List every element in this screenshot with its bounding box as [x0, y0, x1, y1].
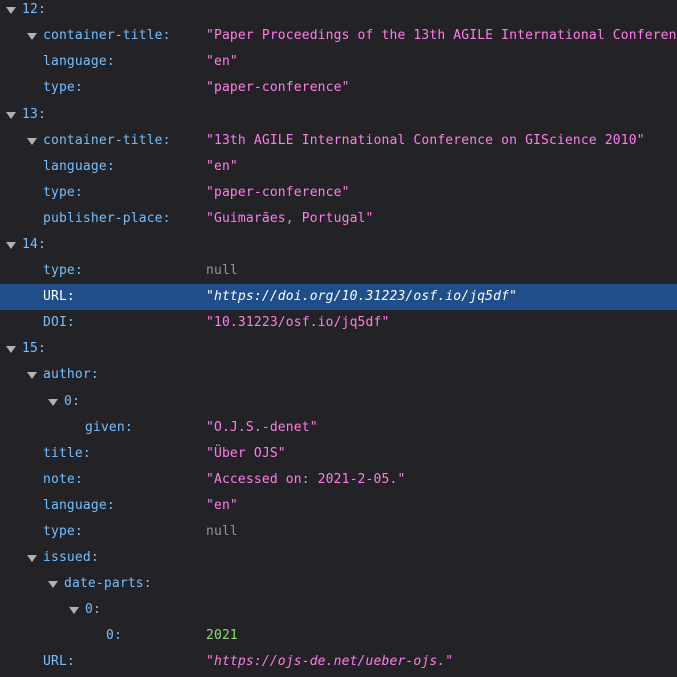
tree-row-13[interactable]: 13:	[0, 102, 677, 128]
tree-row-url-selected[interactable]: URL: "https://doi.org/10.31223/osf.io/jq…	[0, 284, 677, 310]
json-key: language:	[43, 159, 115, 174]
json-key: publisher-place:	[43, 211, 171, 226]
expand-arrow-icon[interactable]	[46, 571, 60, 597]
expand-arrow-icon[interactable]	[25, 362, 39, 388]
json-key: URL:	[43, 289, 75, 304]
json-key: language:	[43, 54, 115, 69]
json-key: DOI:	[43, 315, 75, 330]
json-viewer: 12: container-title: "Paper Proceedings …	[0, 0, 677, 677]
json-string-value: "paper-conference"	[206, 185, 350, 200]
tree-row-date-parts[interactable]: date-parts:	[0, 571, 677, 597]
json-string-value: "Guimarães, Portugal"	[206, 211, 374, 226]
json-string-value: "en"	[206, 498, 238, 513]
tree-row-author-0[interactable]: 0:	[0, 389, 677, 415]
json-string-value: "en"	[206, 159, 238, 174]
tree-row-issued[interactable]: issued:	[0, 545, 677, 571]
tree-row-type[interactable]: type: "paper-conference"	[0, 180, 677, 206]
expand-arrow-icon[interactable]	[4, 0, 18, 23]
json-null-value: null	[206, 524, 238, 539]
json-key: 15:	[22, 341, 46, 356]
json-key: given:	[85, 420, 133, 435]
json-key: type:	[43, 80, 83, 95]
json-key: title:	[43, 446, 91, 461]
json-key: container-title:	[43, 133, 171, 148]
json-key: container-title:	[43, 28, 171, 43]
tree-row-date-parts-0[interactable]: 0:	[0, 597, 677, 623]
expand-arrow-icon[interactable]	[46, 389, 60, 415]
tree-row-url[interactable]: URL: "https://ojs-de.net/ueber-ojs."	[0, 649, 677, 675]
tree-row-doi[interactable]: DOI: "10.31223/osf.io/jq5df"	[0, 310, 677, 336]
tree-row-language[interactable]: language: "en"	[0, 493, 677, 519]
tree-row-type[interactable]: type: null	[0, 258, 677, 284]
json-key: type:	[43, 524, 83, 539]
json-key: type:	[43, 263, 83, 278]
json-key: 14:	[22, 237, 46, 252]
json-url-value[interactable]: "https://doi.org/10.31223/osf.io/jq5df"	[206, 284, 517, 310]
json-string-value: "13th AGILE International Conference on …	[206, 133, 645, 148]
json-key: 13:	[22, 107, 46, 122]
json-url-value[interactable]: "https://ojs-de.net/ueber-ojs."	[206, 649, 453, 675]
expand-arrow-icon[interactable]	[25, 128, 39, 154]
json-key: 0:	[64, 394, 80, 409]
tree-row-given[interactable]: given: "O.J.S.-denet"	[0, 415, 677, 441]
tree-row-note[interactable]: note: "Accessed on: 2021-2-05."	[0, 467, 677, 493]
tree-row-title[interactable]: title: "Über OJS"	[0, 441, 677, 467]
tree-row-container-title[interactable]: container-title: "13th AGILE Internation…	[0, 128, 677, 154]
json-key: 12:	[22, 2, 46, 17]
expand-arrow-icon[interactable]	[4, 232, 18, 258]
expand-arrow-icon[interactable]	[25, 23, 39, 49]
json-key: type:	[43, 185, 83, 200]
expand-arrow-icon[interactable]	[4, 336, 18, 362]
tree-row-type[interactable]: type: null	[0, 519, 677, 545]
json-key: author:	[43, 367, 99, 382]
tree-row-14[interactable]: 14:	[0, 232, 677, 258]
json-null-value: null	[206, 263, 238, 278]
json-key: note:	[43, 472, 83, 487]
json-key: issued:	[43, 550, 99, 565]
json-number-value: 2021	[206, 628, 238, 643]
expand-arrow-icon[interactable]	[67, 597, 81, 623]
json-string-value: "Paper Proceedings of the 13th AGILE Int…	[206, 28, 677, 43]
expand-arrow-icon[interactable]	[25, 545, 39, 571]
json-key: date-parts:	[64, 576, 152, 591]
json-key: 0:	[85, 602, 101, 617]
json-string-value: "Über OJS"	[206, 446, 286, 461]
tree-row-12[interactable]: 12:	[0, 0, 677, 23]
tree-row-author[interactable]: author:	[0, 362, 677, 388]
tree-row-15[interactable]: 15:	[0, 336, 677, 362]
tree-row-language[interactable]: language: "en"	[0, 49, 677, 75]
tree-row-date-parts-0-0[interactable]: 0: 2021	[0, 623, 677, 649]
json-key: 0:	[106, 628, 122, 643]
tree-row-type[interactable]: type: "paper-conference"	[0, 75, 677, 101]
expand-arrow-icon[interactable]	[4, 102, 18, 128]
json-key: URL:	[43, 654, 75, 669]
json-string-value: "O.J.S.-denet"	[206, 420, 318, 435]
json-string-value: "10.31223/osf.io/jq5df"	[206, 315, 390, 330]
tree-row-container-title[interactable]: container-title: "Paper Proceedings of t…	[0, 23, 677, 49]
json-key: language:	[43, 498, 115, 513]
json-string-value: "en"	[206, 54, 238, 69]
tree-row-publisher-place[interactable]: publisher-place: "Guimarães, Portugal"	[0, 206, 677, 232]
json-string-value: "Accessed on: 2021-2-05."	[206, 472, 406, 487]
tree-row-language[interactable]: language: "en"	[0, 154, 677, 180]
json-string-value: "paper-conference"	[206, 80, 350, 95]
